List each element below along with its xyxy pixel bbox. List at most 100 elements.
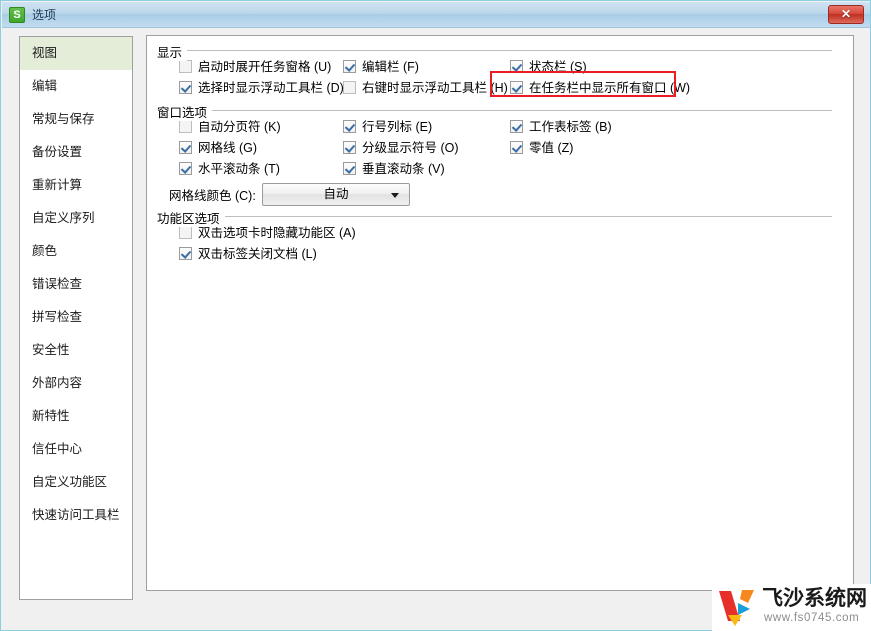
- checkbox-gridlines-box[interactable]: [179, 141, 192, 154]
- checkbox-status-bar-label: 状态栏 (S): [529, 60, 587, 74]
- checkbox-zero-values-box[interactable]: [510, 141, 523, 154]
- checkbox-formula-bar[interactable]: 编辑栏 (F): [343, 59, 419, 75]
- sidebar-item-9[interactable]: 安全性: [20, 334, 132, 367]
- sidebar-item-label: 视图: [32, 46, 58, 60]
- checkbox-outline-symbols-box[interactable]: [343, 141, 356, 154]
- sidebar-item-label: 信任中心: [32, 442, 83, 456]
- checkbox-zero-values-label: 零值 (Z): [529, 141, 574, 155]
- sidebar-item-4[interactable]: 重新计算: [20, 169, 132, 202]
- checkbox-status-bar-box[interactable]: [510, 60, 523, 73]
- sidebar-item-10[interactable]: 外部内容: [20, 367, 132, 400]
- checkbox-show-all-windows-in-taskbar-label: 在任务栏中显示所有窗口 (W): [529, 81, 691, 95]
- sidebar-item-label: 错误检查: [32, 277, 83, 291]
- checkbox-close-doc-on-doubleclick-tab-label: 双击标签关闭文档 (L): [198, 247, 317, 261]
- checkbox-formula-bar-box[interactable]: [343, 60, 356, 73]
- checkbox-hide-ribbon-on-doubleclick-label: 双击选项卡时隐藏功能区 (A): [198, 226, 356, 240]
- wps-spreadsheet-icon: S: [9, 7, 25, 23]
- checkbox-hide-ribbon-on-doubleclick[interactable]: 双击选项卡时隐藏功能区 (A): [179, 225, 356, 241]
- checkbox-close-doc-on-doubleclick-tab[interactable]: 双击标签关闭文档 (L): [179, 246, 317, 262]
- checkbox-expand-task-pane-on-start-box[interactable]: [179, 60, 192, 73]
- checkbox-show-all-windows-in-taskbar[interactable]: 在任务栏中显示所有窗口 (W): [510, 80, 690, 96]
- sidebar-item-label: 自定义序列: [32, 211, 95, 225]
- checkbox-show-all-windows-in-taskbar-box[interactable]: [510, 81, 523, 94]
- settings-main-panel: 显示 启动时展开任务窗格 (U) 编辑栏 (F) 状态栏 (S) 选择时显示浮动工具栏 …: [146, 35, 854, 591]
- sidebar-item-label: 重新计算: [32, 178, 83, 192]
- checkbox-expand-task-pane-on-start-label: 启动时展开任务窗格 (U): [198, 60, 332, 74]
- site-watermark: 飞沙系统网 www.fs0745.com: [712, 584, 871, 631]
- checkbox-vertical-scrollbar-box[interactable]: [343, 162, 356, 175]
- checkbox-horizontal-scrollbar[interactable]: 水平滚动条 (T): [179, 161, 280, 177]
- watermark-logo-icon: [719, 590, 754, 626]
- title-bar: S 选项 ✕: [2, 2, 870, 28]
- checkbox-gridlines-label: 网格线 (G): [198, 141, 258, 155]
- sidebar-item-5[interactable]: 自定义序列: [20, 202, 132, 235]
- sidebar-item-label: 颜色: [32, 244, 58, 258]
- checkbox-row-column-headers[interactable]: 行号列标 (E): [343, 119, 432, 135]
- checkbox-show-floating-toolbar-on-rightclick-box[interactable]: [343, 81, 356, 94]
- chevron-down-icon[interactable]: [391, 193, 399, 198]
- sidebar-item-11[interactable]: 新特性: [20, 400, 132, 433]
- checkbox-show-floating-toolbar-on-rightclick-label: 右键时显示浮动工具栏 (H): [362, 81, 508, 95]
- sidebar-item-3[interactable]: 备份设置: [20, 136, 132, 169]
- checkbox-status-bar[interactable]: 状态栏 (S): [510, 59, 587, 75]
- checkbox-show-floating-toolbar-on-rightclick[interactable]: 右键时显示浮动工具栏 (H): [343, 80, 508, 96]
- watermark-title: 飞沙系统网: [762, 587, 867, 610]
- checkbox-row-column-headers-box[interactable]: [343, 120, 356, 133]
- close-button[interactable]: ✕: [828, 5, 864, 24]
- sidebar-item-13[interactable]: 自定义功能区: [20, 466, 132, 499]
- window-title: 选项: [32, 8, 57, 22]
- checkbox-vertical-scrollbar-label: 垂直滚动条 (V): [362, 162, 445, 176]
- checkbox-hide-ribbon-on-doubleclick-box[interactable]: [179, 226, 192, 239]
- checkbox-page-breaks-label: 自动分页符 (K): [198, 120, 281, 134]
- options-dialog-window: S 选项 ✕ 视图编辑常规与保存备份设置重新计算自定义序列颜色错误检查拼写检查安…: [0, 0, 871, 631]
- checkbox-formula-bar-label: 编辑栏 (F): [362, 60, 419, 74]
- sidebar-item-1[interactable]: 编辑: [20, 70, 132, 103]
- checkbox-zero-values[interactable]: 零值 (Z): [510, 140, 573, 156]
- checkbox-sheet-tabs-label: 工作表标签 (B): [529, 120, 612, 134]
- window-options-group-legend: 窗口选项: [157, 102, 213, 121]
- sidebar-item-2[interactable]: 常规与保存: [20, 103, 132, 136]
- checkbox-horizontal-scrollbar-label: 水平滚动条 (T): [198, 162, 280, 176]
- sidebar-item-label: 新特性: [32, 409, 70, 423]
- window-options-group-separator: [157, 110, 832, 111]
- sidebar-item-12[interactable]: 信任中心: [20, 433, 132, 466]
- checkbox-gridlines[interactable]: 网格线 (G): [179, 140, 257, 156]
- checkbox-close-doc-on-doubleclick-tab-box[interactable]: [179, 247, 192, 260]
- checkbox-sheet-tabs-box[interactable]: [510, 120, 523, 133]
- checkbox-row-column-headers-label: 行号列标 (E): [362, 120, 433, 134]
- sidebar-item-label: 外部内容: [32, 376, 83, 390]
- gridline-color-label: 网格线颜色 (C):: [169, 189, 256, 203]
- sidebar-item-label: 拼写检查: [32, 310, 83, 324]
- sidebar-item-label: 快速访问工具栏: [32, 508, 120, 522]
- checkbox-outline-symbols[interactable]: 分级显示符号 (O): [343, 140, 459, 156]
- checkbox-expand-task-pane-on-start[interactable]: 启动时展开任务窗格 (U): [179, 59, 331, 75]
- checkbox-vertical-scrollbar[interactable]: 垂直滚动条 (V): [343, 161, 445, 177]
- sidebar-item-0[interactable]: 视图: [20, 37, 132, 70]
- checkbox-show-floating-toolbar-on-select-label: 选择时显示浮动工具栏 (D): [198, 81, 344, 95]
- close-icon: ✕: [840, 7, 852, 21]
- sidebar-item-label: 安全性: [32, 343, 70, 357]
- checkbox-sheet-tabs[interactable]: 工作表标签 (B): [510, 119, 612, 135]
- ribbon-options-group-separator: [157, 216, 832, 217]
- dialog-body: 视图编辑常规与保存备份设置重新计算自定义序列颜色错误检查拼写检查安全性外部内容新…: [2, 28, 870, 630]
- watermark-url: www.fs0745.com: [764, 612, 860, 624]
- checkbox-outline-symbols-label: 分级显示符号 (O): [362, 141, 459, 155]
- sidebar-item-14[interactable]: 快速访问工具栏: [20, 499, 132, 532]
- checkbox-page-breaks[interactable]: 自动分页符 (K): [179, 119, 281, 135]
- sidebar-item-label: 自定义功能区: [32, 475, 108, 489]
- checkbox-show-floating-toolbar-on-select[interactable]: 选择时显示浮动工具栏 (D): [179, 80, 344, 96]
- sidebar-item-8[interactable]: 拼写检查: [20, 301, 132, 334]
- gridline-color-value: 自动: [323, 187, 349, 201]
- display-group-legend: 显示: [157, 42, 188, 61]
- display-group-separator: [157, 50, 832, 51]
- checkbox-horizontal-scrollbar-box[interactable]: [179, 162, 192, 175]
- ribbon-options-group-legend: 功能区选项: [157, 208, 225, 227]
- gridline-color-dropdown[interactable]: 自动: [262, 183, 410, 206]
- sidebar-item-label: 常规与保存: [32, 112, 95, 126]
- category-sidebar[interactable]: 视图编辑常规与保存备份设置重新计算自定义序列颜色错误检查拼写检查安全性外部内容新…: [19, 36, 133, 600]
- checkbox-show-floating-toolbar-on-select-box[interactable]: [179, 81, 192, 94]
- sidebar-item-6[interactable]: 颜色: [20, 235, 132, 268]
- sidebar-item-7[interactable]: 错误检查: [20, 268, 132, 301]
- sidebar-item-label: 编辑: [32, 79, 58, 93]
- checkbox-page-breaks-box[interactable]: [179, 120, 192, 133]
